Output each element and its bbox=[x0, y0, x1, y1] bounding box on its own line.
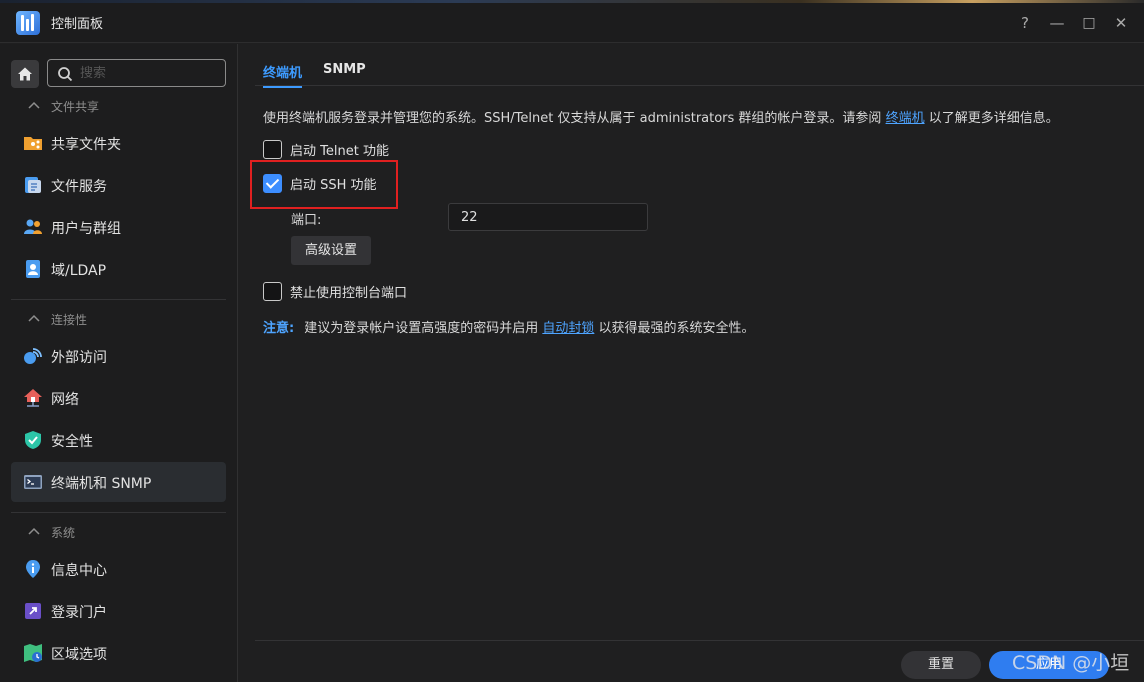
search-icon bbox=[58, 67, 73, 82]
regional-options-icon bbox=[24, 644, 42, 662]
chevron-up-icon bbox=[28, 527, 40, 535]
auto-block-link[interactable]: 自动封锁 bbox=[542, 321, 594, 336]
sidebar-item-security[interactable]: 安全性 bbox=[11, 420, 226, 460]
home-icon bbox=[18, 67, 32, 81]
sidebar-item-label: 外部访问 bbox=[51, 350, 107, 366]
security-note: 注意: 建议为登录帐户设置高强度的密码并启用 自动封锁 以获得最强的系统安全性。 bbox=[263, 317, 755, 336]
sidebar-item-label: 用户与群组 bbox=[51, 221, 121, 237]
section-label: 系统 bbox=[51, 525, 76, 540]
description: 使用终端机服务登录并管理您的系统。SSH/Telnet 仅支持从属于 admin… bbox=[263, 107, 1059, 126]
sidebar-item-label: 域/LDAP bbox=[51, 263, 107, 279]
note-text-end: 以获得最强的系统安全性。 bbox=[594, 321, 755, 336]
terminal-help-link[interactable]: 终端机 bbox=[886, 111, 925, 126]
tab-terminal[interactable]: 终端机 bbox=[263, 62, 303, 88]
chevron-up-icon bbox=[28, 314, 40, 322]
tab-bar: 终端机 SNMP bbox=[255, 44, 1144, 88]
ssh-label: 启动 SSH 功能 bbox=[290, 178, 377, 193]
network-icon bbox=[24, 389, 42, 407]
ssh-checkbox[interactable] bbox=[263, 174, 282, 193]
telnet-option[interactable]: 启动 Telnet 功能 bbox=[263, 140, 389, 159]
sidebar-item-terminal-snmp[interactable]: 终端机和 SNMP bbox=[11, 462, 226, 502]
description-text-end: 以了解更多详细信息。 bbox=[924, 111, 1059, 126]
divider bbox=[11, 299, 226, 300]
sidebar-item-regional-options[interactable]: 区域选项 bbox=[11, 633, 226, 673]
footer-divider bbox=[255, 640, 1144, 641]
minimize-button[interactable]: — bbox=[1046, 12, 1068, 34]
section-header-system[interactable]: 系统 bbox=[26, 522, 75, 542]
divider bbox=[11, 512, 226, 513]
reset-button[interactable]: 重置 bbox=[901, 651, 981, 679]
file-services-icon bbox=[25, 177, 41, 193]
ssh-option[interactable]: 启动 SSH 功能 bbox=[263, 174, 377, 193]
sidebar-item-external-access[interactable]: 外部访问 bbox=[11, 336, 226, 376]
external-access-icon bbox=[24, 348, 42, 364]
sidebar-item-label: 共享文件夹 bbox=[51, 137, 121, 153]
chevron-up-icon bbox=[28, 101, 40, 109]
port-label: 端口: bbox=[291, 213, 322, 228]
console-option[interactable]: 禁止使用控制台端口 bbox=[263, 282, 407, 301]
sidebar-item-shared-folder[interactable]: 共享文件夹 bbox=[11, 123, 226, 163]
sidebar-item-domain-ldap[interactable]: 域/LDAP bbox=[11, 249, 226, 289]
close-button[interactable]: ✕ bbox=[1110, 12, 1132, 34]
sidebar-item-label: 网络 bbox=[51, 392, 79, 408]
sidebar-item-network[interactable]: 网络 bbox=[11, 378, 226, 418]
port-input[interactable] bbox=[448, 203, 648, 231]
terminal-icon bbox=[24, 475, 42, 489]
sidebar: 文件共享 共享文件夹 文件服务 用户与群组 域/LDAP bbox=[0, 44, 238, 682]
search-box bbox=[47, 59, 226, 87]
sidebar-item-label: 信息中心 bbox=[51, 563, 107, 579]
telnet-label: 启动 Telnet 功能 bbox=[290, 144, 389, 159]
telnet-checkbox[interactable] bbox=[263, 140, 282, 159]
section-label: 连接性 bbox=[51, 312, 88, 327]
domain-ldap-icon bbox=[26, 260, 40, 278]
sidebar-item-file-services[interactable]: 文件服务 bbox=[11, 165, 226, 205]
sidebar-item-users-groups[interactable]: 用户与群组 bbox=[11, 207, 226, 247]
help-button[interactable]: ? bbox=[1014, 12, 1036, 34]
watermark: CSDN @小垣 bbox=[1012, 652, 1130, 674]
section-header-connectivity[interactable]: 连接性 bbox=[26, 309, 87, 329]
description-text: 使用终端机服务登录并管理您的系统。SSH/Telnet 仅支持从属于 admin… bbox=[263, 111, 886, 126]
folder-share-icon bbox=[24, 137, 42, 150]
sidebar-item-label: 文件服务 bbox=[51, 179, 107, 195]
maximize-button[interactable]: □ bbox=[1078, 12, 1100, 34]
login-portal-icon bbox=[25, 603, 41, 619]
search-input[interactable] bbox=[80, 64, 220, 82]
home-button[interactable] bbox=[11, 60, 39, 88]
note-text: 建议为登录帐户设置高强度的密码并启用 bbox=[304, 321, 543, 336]
users-icon bbox=[24, 219, 42, 234]
sidebar-item-label: 登录门户 bbox=[51, 605, 107, 621]
sidebar-item-info-center[interactable]: 信息中心 bbox=[11, 549, 226, 589]
sidebar-item-label: 安全性 bbox=[51, 434, 93, 450]
note-tag: 注意: bbox=[263, 321, 295, 336]
section-label: 文件共享 bbox=[51, 99, 100, 114]
title-bar: 控制面板 ? — □ ✕ bbox=[0, 3, 1144, 43]
console-label: 禁止使用控制台端口 bbox=[290, 286, 408, 301]
tab-snmp[interactable]: SNMP bbox=[323, 62, 366, 77]
window-title: 控制面板 bbox=[51, 17, 104, 32]
main-panel: 终端机 SNMP 使用终端机服务登录并管理您的系统。SSH/Telnet 仅支持… bbox=[239, 44, 1144, 682]
sidebar-item-label: 区域选项 bbox=[51, 647, 107, 663]
section-header-file-sharing[interactable]: 文件共享 bbox=[26, 96, 99, 116]
control-panel-icon bbox=[16, 11, 40, 35]
shield-check-icon bbox=[25, 431, 41, 449]
sidebar-item-label: 终端机和 SNMP bbox=[51, 476, 152, 492]
sidebar-item-login-portal[interactable]: 登录门户 bbox=[11, 591, 226, 631]
info-icon bbox=[26, 560, 40, 578]
console-checkbox[interactable] bbox=[263, 282, 282, 301]
advanced-settings-button[interactable]: 高级设置 bbox=[291, 236, 371, 265]
